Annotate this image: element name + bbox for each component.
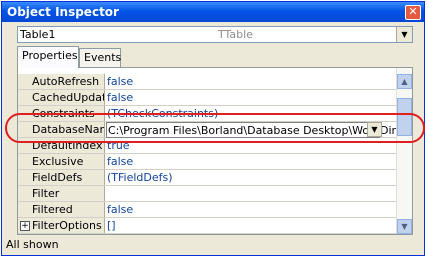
property-name: Filter (18, 186, 105, 201)
property-grid: AutoRefresh false CachedUpdate false Con… (17, 67, 413, 235)
property-name: Filtered (18, 202, 105, 217)
tab-events-label: Events (84, 51, 122, 64)
property-value[interactable]: false (107, 74, 133, 89)
property-name: CachedUpdate (18, 90, 105, 105)
property-row-constraints[interactable]: Constraints (TCheckConstraints) (18, 106, 398, 122)
property-name: FieldDefs (18, 170, 105, 185)
property-name: Exclusive (18, 154, 105, 169)
scroll-thumb[interactable] (397, 98, 412, 136)
tab-properties-label: Properties (22, 49, 78, 62)
scroll-up-icon[interactable]: ▲ (397, 74, 412, 89)
property-row-autorefresh[interactable]: AutoRefresh false (18, 74, 398, 90)
property-name: + FilterOptions (18, 218, 105, 233)
tab-properties[interactable]: Properties (17, 46, 79, 68)
object-type: TTable (218, 28, 253, 41)
object-selector[interactable]: Table1 TTable ▼ (17, 26, 413, 43)
property-value[interactable]: false (107, 202, 133, 217)
title-bar[interactable]: Object Inspector ✕ (2, 2, 424, 22)
expand-icon[interactable]: + (20, 221, 30, 231)
chevron-down-icon[interactable]: ▼ (367, 122, 382, 137)
property-value[interactable]: (TCheckConstraints) (107, 106, 218, 121)
property-row-filtered[interactable]: Filtered false (18, 202, 398, 218)
status-bar-text: All shown (6, 238, 59, 251)
property-row-defaultindex[interactable]: DefaultIndex true (18, 138, 398, 154)
property-name: DefaultIndex (18, 138, 105, 153)
object-inspector-window: Object Inspector ✕ Table1 TTable ▼ Prope… (1, 1, 425, 256)
close-icon[interactable]: ✕ (405, 5, 421, 20)
vertical-scrollbar[interactable]: ▲ ▼ (396, 68, 412, 234)
property-name-text: FilterOptions (32, 219, 102, 232)
property-value[interactable]: false (107, 90, 133, 105)
property-value[interactable]: true (107, 138, 130, 153)
property-name: AutoRefresh (18, 74, 105, 89)
property-value[interactable]: false (107, 154, 133, 169)
property-row-filter[interactable]: Filter (18, 186, 398, 202)
window-title: Object Inspector (7, 5, 119, 19)
chevron-down-icon[interactable]: ▼ (396, 27, 412, 42)
property-row-fielddefs[interactable]: FieldDefs (TFieldDefs) (18, 170, 398, 186)
property-name: Constraints (18, 106, 105, 121)
tab-events[interactable]: Events (79, 48, 121, 67)
scroll-down-icon[interactable]: ▼ (397, 219, 412, 234)
property-value[interactable]: [] (107, 218, 116, 233)
database-name-field[interactable]: C:\Program Files\Borland\Database Deskto… (106, 122, 396, 138)
property-row-cachedupdates[interactable]: CachedUpdate false (18, 90, 398, 106)
property-name: DatabaseName (18, 122, 105, 137)
property-value[interactable]: (TFieldDefs) (107, 170, 173, 185)
property-row-exclusive[interactable]: Exclusive false (18, 154, 398, 170)
property-row-filteroptions[interactable]: + FilterOptions [] (18, 218, 398, 234)
property-row-databasename[interactable]: DatabaseName C:\Program Files\Borland\Da… (18, 122, 398, 138)
object-name: Table1 (20, 28, 56, 41)
